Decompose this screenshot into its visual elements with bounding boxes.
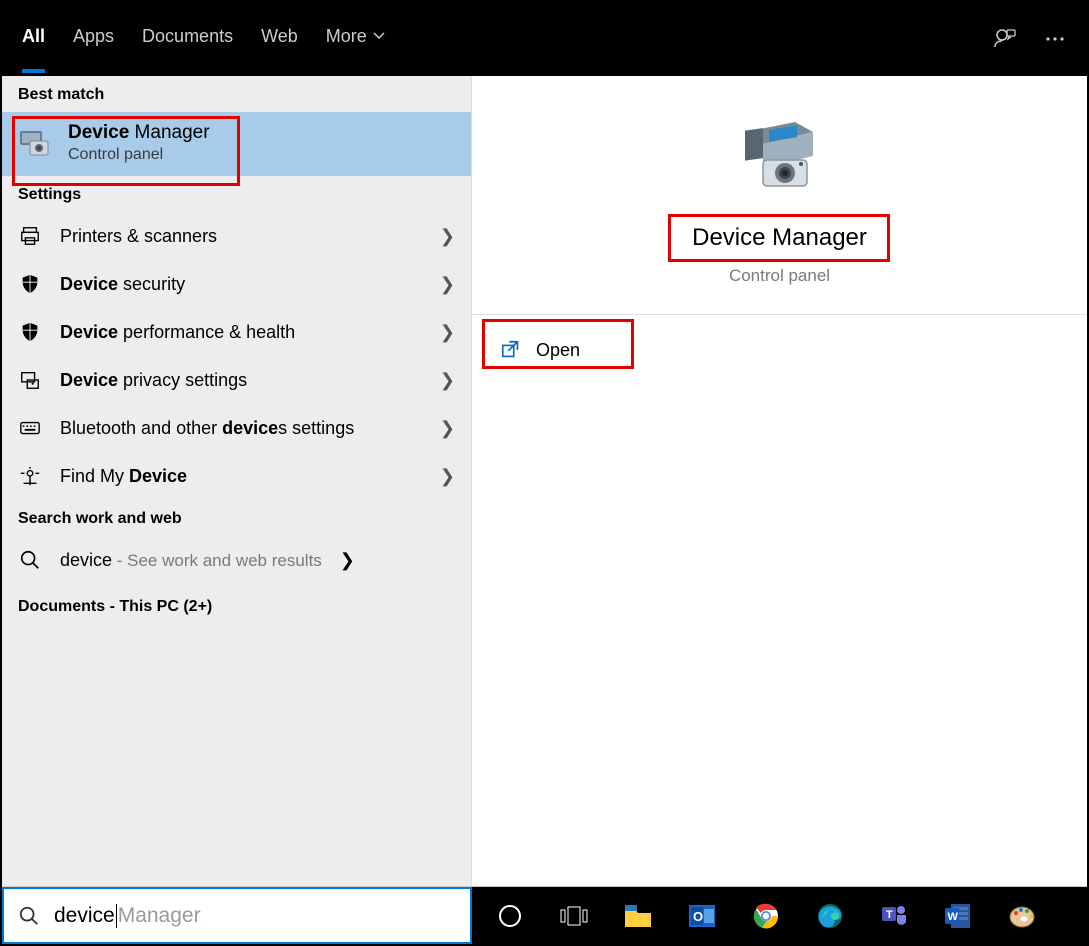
chevron-right-icon: ❯ — [440, 466, 455, 487]
svg-text:W: W — [948, 911, 959, 923]
best-match-subtitle: Control panel — [68, 146, 210, 164]
location-icon — [18, 464, 42, 488]
taskbar-edge-icon[interactable] — [810, 896, 850, 936]
search-icon — [18, 548, 42, 572]
open-icon — [500, 339, 522, 361]
keyboard-icon — [18, 416, 42, 440]
taskbar-chrome-icon[interactable] — [746, 896, 786, 936]
tab-all[interactable]: All — [22, 26, 45, 53]
feedback-icon[interactable] — [993, 27, 1017, 51]
svg-text:O: O — [693, 909, 703, 924]
taskbar-cortana-icon[interactable] — [490, 896, 530, 936]
taskbar-outlook-icon[interactable]: O — [682, 896, 722, 936]
device-manager-large-icon — [735, 114, 825, 194]
best-match-title: Device Manager — [68, 122, 210, 144]
chevron-right-icon: ❯ — [440, 274, 455, 295]
best-match-item[interactable]: Device Manager Control panel — [2, 112, 471, 176]
settings-item-find-my-device[interactable]: Find My Device ❯ — [2, 452, 471, 500]
chevron-right-icon: ❯ — [440, 370, 455, 391]
settings-item-label: Device privacy settings — [60, 370, 422, 391]
settings-item-label: Printers & scanners — [60, 226, 422, 247]
tab-documents[interactable]: Documents — [142, 26, 233, 53]
results-panel: Best match Device Manager Control p — [2, 76, 472, 886]
search-icon — [18, 905, 40, 927]
search-tabs: All Apps Documents Web More — [2, 2, 1087, 76]
open-label: Open — [536, 340, 580, 361]
settings-item-label: Device security — [60, 274, 422, 295]
taskbar: O T W — [472, 887, 1087, 944]
shield-icon — [18, 320, 42, 344]
device-manager-icon — [16, 125, 52, 161]
shield-icon — [18, 272, 42, 296]
chevron-right-icon: ❯ — [440, 322, 455, 343]
settings-item-label: Bluetooth and other devices settings — [60, 418, 422, 439]
chevron-right-icon: ❯ — [440, 226, 455, 247]
more-options-icon[interactable] — [1043, 27, 1067, 51]
settings-item-bluetooth[interactable]: Bluetooth and other devices settings ❯ — [2, 404, 471, 452]
settings-label: Settings — [2, 176, 471, 212]
bottom-bar: device Manager O T — [2, 886, 1087, 944]
tab-more[interactable]: More — [326, 26, 385, 53]
detail-title: Device Manager — [678, 218, 881, 258]
settings-item-printers[interactable]: Printers & scanners ❯ — [2, 212, 471, 260]
privacy-icon — [18, 368, 42, 392]
settings-item-label: Device performance & health — [60, 322, 422, 343]
tab-apps[interactable]: Apps — [73, 26, 114, 53]
search-web-item[interactable]: device - See work and web results ❯ — [2, 536, 471, 584]
chevron-right-icon: ❯ — [340, 550, 355, 571]
svg-text:T: T — [886, 909, 893, 921]
chevron-down-icon — [373, 30, 385, 42]
search-input[interactable]: device Manager — [2, 887, 472, 944]
settings-item-device-security[interactable]: Device security ❯ — [2, 260, 471, 308]
settings-item-label: Find My Device — [60, 466, 422, 487]
documents-section-label[interactable]: Documents - This PC (2+) — [2, 584, 471, 630]
chevron-right-icon: ❯ — [440, 418, 455, 439]
taskbar-paint-icon[interactable] — [1002, 896, 1042, 936]
taskbar-word-icon[interactable]: W — [938, 896, 978, 936]
open-action[interactable]: Open — [476, 323, 604, 377]
taskbar-file-explorer-icon[interactable] — [618, 896, 658, 936]
settings-item-device-privacy[interactable]: Device privacy settings ❯ — [2, 356, 471, 404]
taskbar-taskview-icon[interactable] — [554, 896, 594, 936]
tab-web[interactable]: Web — [261, 26, 298, 53]
search-input-text: device Manager — [54, 904, 201, 928]
detail-panel: Device Manager Control panel Open — [472, 76, 1087, 886]
printer-icon — [18, 224, 42, 248]
detail-subtitle: Control panel — [729, 266, 830, 286]
best-match-label: Best match — [2, 76, 471, 112]
search-web-label: Search work and web — [2, 500, 471, 536]
settings-item-device-performance[interactable]: Device performance & health ❯ — [2, 308, 471, 356]
taskbar-teams-icon[interactable]: T — [874, 896, 914, 936]
search-web-text: device - See work and web results — [60, 550, 322, 571]
